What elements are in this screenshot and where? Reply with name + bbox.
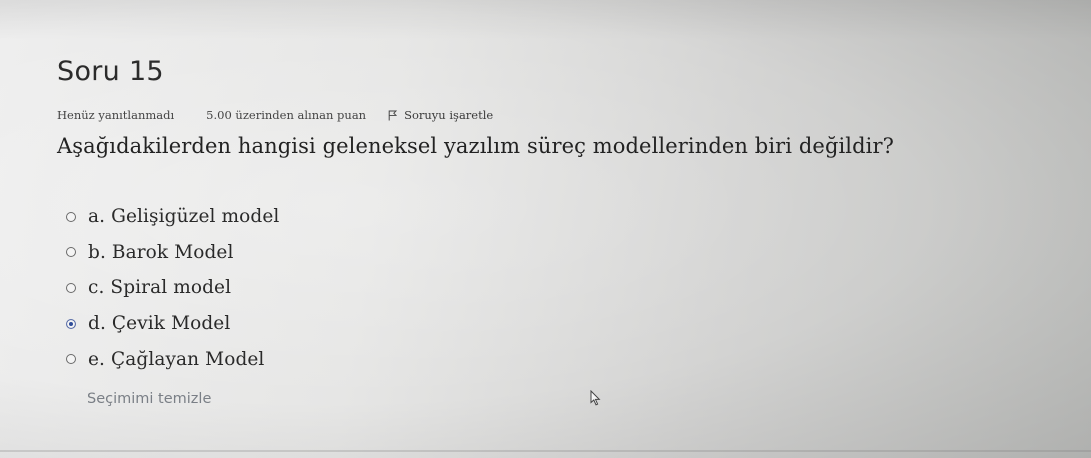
- clear-choice-link[interactable]: Seçimimi temizle: [87, 391, 211, 407]
- question-info: Henüz yanıtlanmadı 5.00 üzerinden alınan…: [57, 107, 1057, 123]
- question-grade: 5.00 üzerinden alınan puan: [206, 108, 367, 122]
- mouse-pointer-icon: [590, 390, 601, 406]
- answer-option-e[interactable]: e. Çağlayan Model: [66, 341, 1057, 377]
- flag-question-link[interactable]: Soruyu işaretle: [388, 107, 493, 123]
- top-shadow: [0, 0, 1091, 40]
- radio-button[interactable]: [66, 211, 76, 222]
- flag-icon: [388, 110, 398, 120]
- answer-label: e. Çağlayan Model: [88, 348, 265, 370]
- answer-option-d[interactable]: d. Çevik Model: [66, 306, 1057, 342]
- answer-label: d. Çevik Model: [88, 313, 231, 335]
- bottom-divider: [0, 450, 1091, 452]
- answer-options: a. Gelişigüzel model b. Barok Model c. S…: [66, 199, 1057, 377]
- answer-label: b. Barok Model: [88, 241, 234, 263]
- question-block: Soru 15 Henüz yanıtlanmadı 5.00 üzerinde…: [57, 52, 1057, 407]
- flag-question-label: Soruyu işaretle: [404, 108, 494, 122]
- radio-button[interactable]: [66, 247, 76, 258]
- answer-label: c. Spiral model: [88, 277, 232, 299]
- radio-button[interactable]: [66, 282, 76, 293]
- question-status: Henüz yanıtlanmadı: [57, 108, 175, 122]
- answer-label: a. Gelişigüzel model: [88, 206, 280, 228]
- answer-option-a[interactable]: a. Gelişigüzel model: [66, 199, 1057, 235]
- question-text: Aşağıdakilerden hangisi geleneksel yazıl…: [57, 134, 894, 158]
- question-title: Soru 15: [57, 56, 164, 87]
- radio-button-selected[interactable]: [66, 318, 76, 329]
- radio-button[interactable]: [66, 354, 76, 365]
- answer-option-b[interactable]: b. Barok Model: [66, 235, 1057, 271]
- answer-option-c[interactable]: c. Spiral model: [66, 270, 1057, 306]
